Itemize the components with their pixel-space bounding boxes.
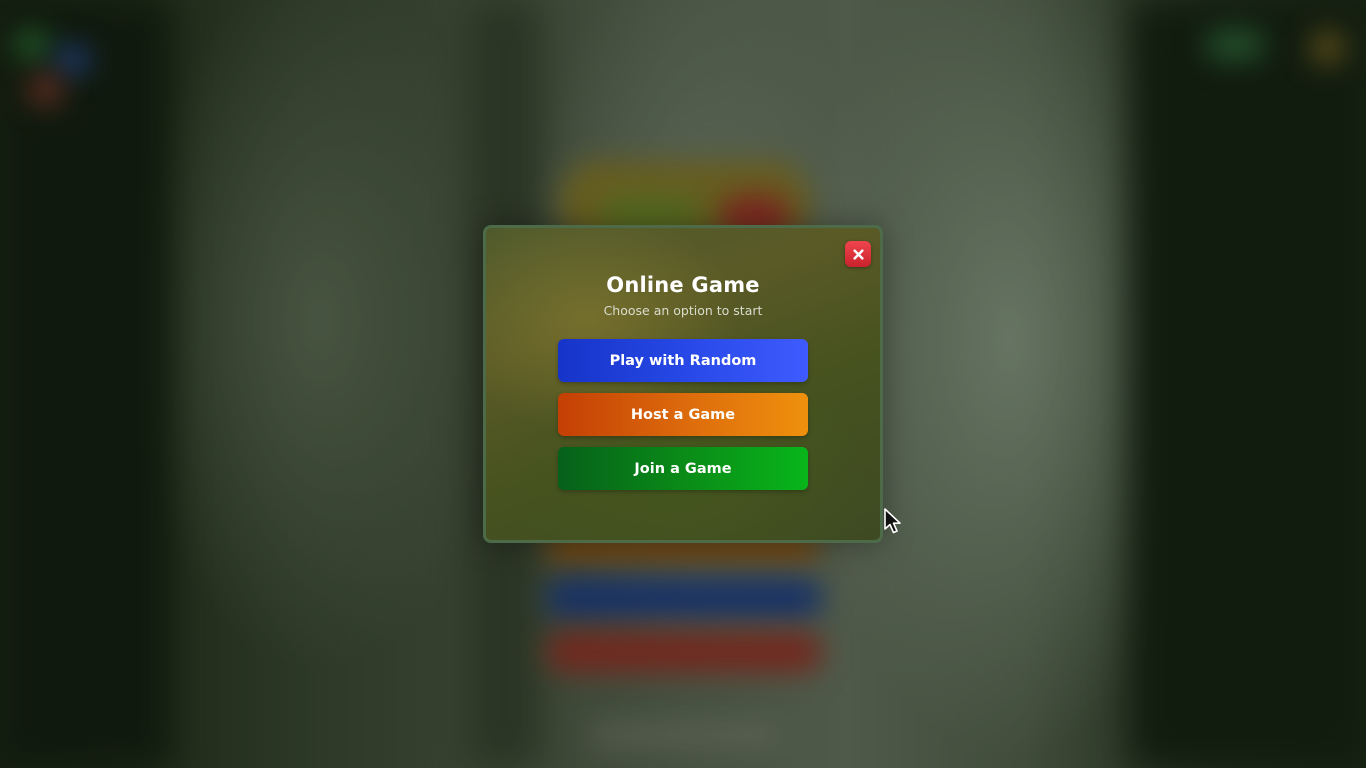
online-game-modal: Online Game Choose an option to start Pl…: [483, 225, 883, 543]
close-icon: [852, 248, 864, 260]
play-with-random-button[interactable]: Play with Random: [558, 339, 808, 382]
join-a-game-label: Join a Game: [634, 460, 732, 477]
close-button[interactable]: [845, 241, 871, 267]
host-a-game-button[interactable]: Host a Game: [558, 393, 808, 436]
join-a-game-button[interactable]: Join a Game: [558, 447, 808, 490]
modal-title: Online Game: [606, 273, 760, 297]
play-with-random-label: Play with Random: [609, 352, 757, 369]
host-a-game-label: Host a Game: [630, 406, 736, 423]
modal-subtitle: Choose an option to start: [603, 303, 763, 318]
